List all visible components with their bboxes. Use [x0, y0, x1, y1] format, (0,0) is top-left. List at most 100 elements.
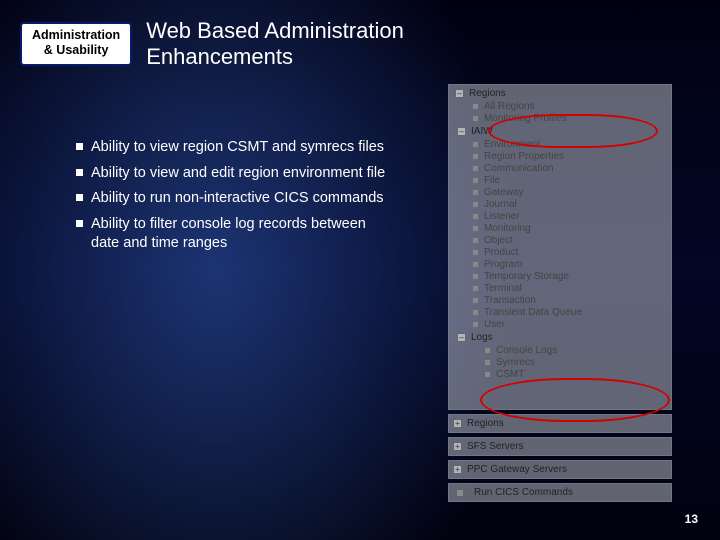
bullet-dot-icon — [473, 286, 478, 291]
tree-item: User — [473, 318, 669, 330]
bullet-dot-icon — [473, 166, 478, 171]
mini-panel: + SFS Servers — [448, 437, 672, 456]
bullet-square-icon — [76, 143, 83, 150]
tree-item-label: Console Logs — [496, 345, 557, 356]
tree-item-label: User — [484, 319, 505, 330]
tree-item-label: Gateway — [484, 187, 523, 198]
bullet-dot-icon — [473, 104, 478, 109]
tree-item-label: Communication — [484, 163, 553, 174]
tree-item-label: Environment — [484, 139, 540, 150]
badge-line-2: & Usability — [32, 43, 120, 58]
collapse-icon: – — [455, 89, 464, 98]
collapse-icon: – — [457, 127, 466, 136]
tree-item-label: CSMT — [496, 369, 524, 380]
bullet-list: Ability to view region CSMT and symrecs … — [76, 138, 386, 260]
bullet-dot-icon — [473, 116, 478, 121]
tree-item: All Regions — [473, 100, 669, 112]
admin-tree-screenshot: – Regions All Regions Monitoring Profile… — [448, 84, 672, 506]
tree-item-label: Transaction — [484, 295, 536, 306]
mini-panel-label: Regions — [467, 418, 504, 429]
tree-item: Object — [473, 234, 669, 246]
collapse-icon: – — [457, 333, 466, 342]
tree-item: Temporary Storage — [473, 270, 669, 282]
tree-item-label: Program — [484, 259, 522, 270]
bullet-dot-icon — [485, 348, 490, 353]
tree-item: Product — [473, 246, 669, 258]
topic-badge: Administration & Usability — [20, 22, 132, 66]
bullet-dot-icon — [473, 238, 478, 243]
tree-header-regions: – Regions — [451, 87, 669, 100]
mini-panel-label: SFS Servers — [467, 441, 524, 452]
mini-panel-label: PPC Gateway Servers — [467, 464, 567, 475]
tree-item-label: Region Properties — [484, 151, 564, 162]
tree-item-label: Monitoring — [484, 223, 531, 234]
mini-panel: Run CICS Commands — [448, 483, 672, 502]
tree-item: Monitoring — [473, 222, 669, 234]
tree-item-label: File — [484, 175, 500, 186]
bullet-square-icon — [76, 220, 83, 227]
bullet-square-icon — [76, 169, 83, 176]
title-line-2: Enhancements — [146, 44, 404, 70]
expand-icon: + — [453, 419, 462, 428]
bullet-text: Ability to filter console log records be… — [91, 215, 386, 254]
bullet-square-icon — [76, 194, 83, 201]
tree-header-label: Logs — [471, 332, 493, 343]
tree-item-label: Object — [484, 235, 513, 246]
bullet-dot-icon — [485, 360, 490, 365]
bullet-text: Ability to view and edit region environm… — [91, 164, 385, 184]
bullet-item: Ability to view and edit region environm… — [76, 164, 386, 184]
expand-icon: + — [453, 442, 462, 451]
bullet-item: Ability to filter console log records be… — [76, 215, 386, 254]
page-number: 13 — [685, 512, 698, 526]
bullet-dot-icon — [473, 250, 478, 255]
square-icon — [457, 490, 463, 496]
tree-header-region: – IAIW — [457, 126, 669, 137]
bullet-text: Ability to view region CSMT and symrecs … — [91, 138, 384, 158]
tree-item: Symrecs — [485, 356, 669, 368]
tree-header-label: IAIW — [471, 126, 493, 137]
tree-item-label: Transient Data Queue — [484, 307, 582, 318]
tree-item: Communication — [473, 162, 669, 174]
tree-item-label: All Regions — [484, 101, 535, 112]
tree-item: Region Properties — [473, 150, 669, 162]
bullet-dot-icon — [473, 298, 478, 303]
tree-item: Environment — [473, 138, 669, 150]
tree-item: Program — [473, 258, 669, 270]
tree-item: Listener — [473, 210, 669, 222]
tree-item-label: Temporary Storage — [484, 271, 569, 282]
bullet-dot-icon — [473, 190, 478, 195]
mini-panel-label: Run CICS Commands — [474, 487, 573, 498]
tree-item-label: Product — [484, 247, 518, 258]
tree-item: File — [473, 174, 669, 186]
bullet-dot-icon — [473, 310, 478, 315]
tree-item: Console Logs — [485, 344, 669, 356]
tree-item: Transient Data Queue — [473, 306, 669, 318]
bullet-dot-icon — [473, 214, 478, 219]
bullet-dot-icon — [473, 202, 478, 207]
bullet-item: Ability to run non-interactive CICS comm… — [76, 189, 386, 209]
bullet-dot-icon — [473, 154, 478, 159]
bullet-dot-icon — [473, 322, 478, 327]
badge-line-1: Administration — [32, 28, 120, 43]
bullet-text: Ability to run non-interactive CICS comm… — [91, 189, 384, 209]
tree-panel-main: – Regions All Regions Monitoring Profile… — [448, 84, 672, 410]
bullet-dot-icon — [473, 142, 478, 147]
tree-item-label: Terminal — [484, 283, 522, 294]
slide-title: Web Based Administration Enhancements — [146, 18, 404, 71]
tree-item-label: Journal — [484, 199, 517, 210]
tree-item: Monitoring Profiles — [473, 112, 669, 124]
bullet-dot-icon — [473, 226, 478, 231]
mini-panel: +PPC Gateway Servers — [448, 460, 672, 479]
tree-header-label: Regions — [469, 88, 506, 99]
bullet-dot-icon — [473, 178, 478, 183]
bullet-item: Ability to view region CSMT and symrecs … — [76, 138, 386, 158]
bullet-dot-icon — [485, 372, 490, 377]
title-line-1: Web Based Administration — [146, 18, 404, 44]
bullet-dot-icon — [473, 262, 478, 267]
tree-item-label: Symrecs — [496, 357, 535, 368]
bullet-dot-icon — [473, 274, 478, 279]
tree-item: Journal — [473, 198, 669, 210]
tree-header-logs: – Logs — [457, 332, 669, 343]
tree-item: CSMT — [485, 368, 669, 380]
tree-item: Terminal — [473, 282, 669, 294]
